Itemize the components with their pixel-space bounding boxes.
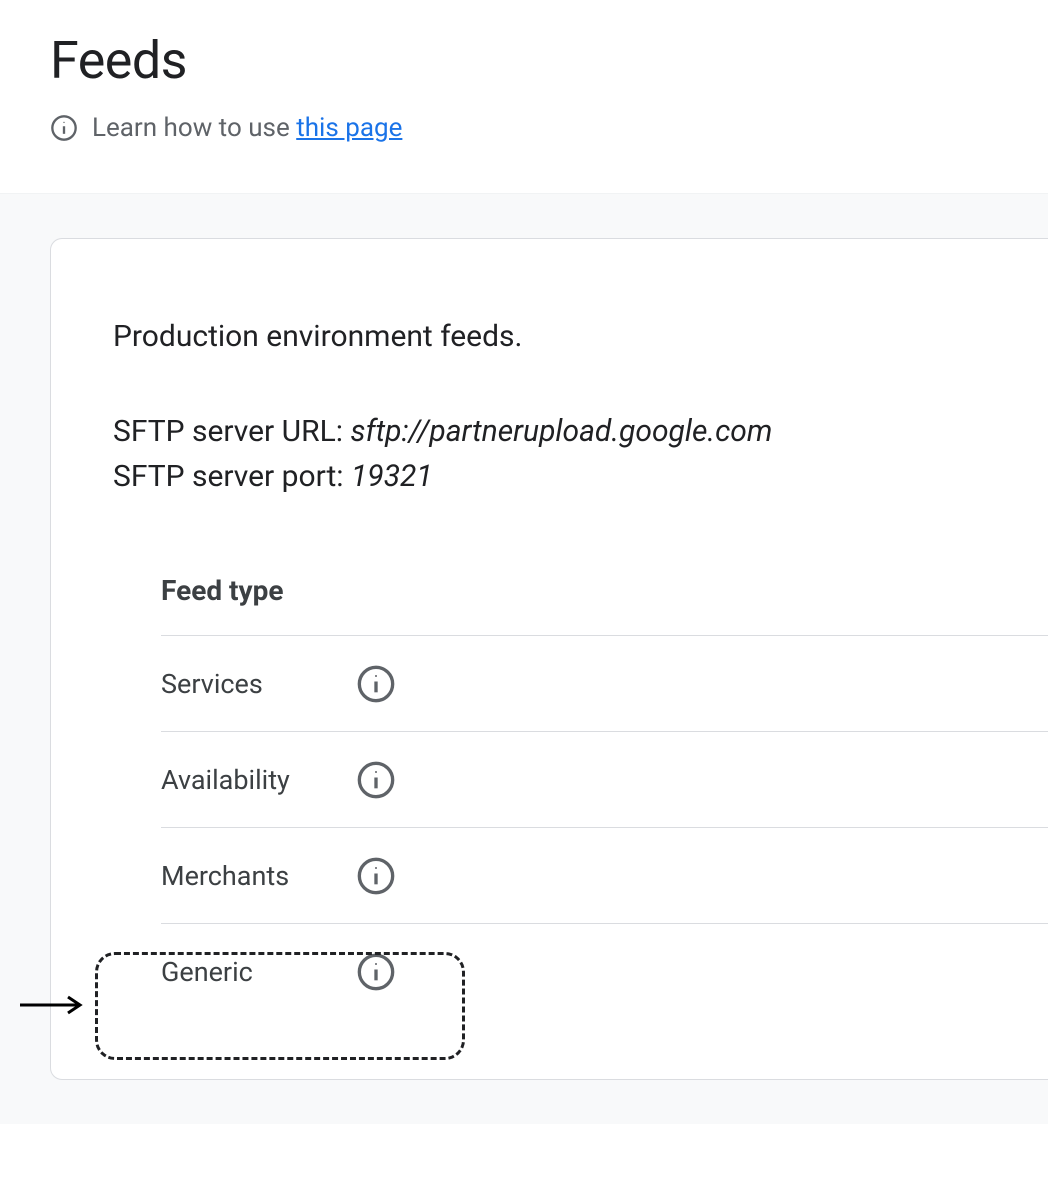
info-icon[interactable]	[356, 952, 396, 992]
sftp-port-label: SFTP server port:	[113, 459, 351, 494]
info-icon[interactable]	[356, 664, 396, 704]
learn-text: Learn how to use this page	[92, 113, 402, 143]
sftp-port-line: SFTP server port: 19321	[113, 459, 1048, 494]
sftp-port-value: 19321	[351, 459, 433, 494]
info-icon	[50, 114, 78, 142]
feed-label: Generic	[161, 956, 356, 988]
info-icon[interactable]	[356, 760, 396, 800]
production-feeds-card: Production environment feeds. SFTP serve…	[50, 238, 1048, 1080]
learn-how-row: Learn how to use this page	[50, 113, 998, 143]
feed-label: Merchants	[161, 860, 356, 892]
feed-row-merchants: Merchants	[161, 827, 1048, 923]
feed-row-services: Services	[161, 635, 1048, 731]
sftp-url-value: sftp://partnerupload.google.com	[350, 414, 772, 449]
page-title: Feeds	[50, 30, 998, 91]
sftp-url-label: SFTP server URL:	[113, 414, 350, 449]
feed-label: Availability	[161, 764, 356, 796]
card-heading: Production environment feeds.	[113, 319, 1048, 354]
feed-type-header: Feed type	[161, 574, 1048, 635]
feed-row-availability: Availability	[161, 731, 1048, 827]
feed-row-generic: Generic	[161, 923, 1048, 1019]
learn-prefix: Learn how to use	[92, 113, 296, 143]
sftp-url-line: SFTP server URL: sftp://partnerupload.go…	[113, 414, 1048, 449]
feed-label: Services	[161, 668, 356, 700]
info-icon[interactable]	[356, 856, 396, 896]
learn-link[interactable]: this page	[296, 113, 402, 143]
feed-type-table: Feed type Services Availability	[161, 574, 1048, 1019]
